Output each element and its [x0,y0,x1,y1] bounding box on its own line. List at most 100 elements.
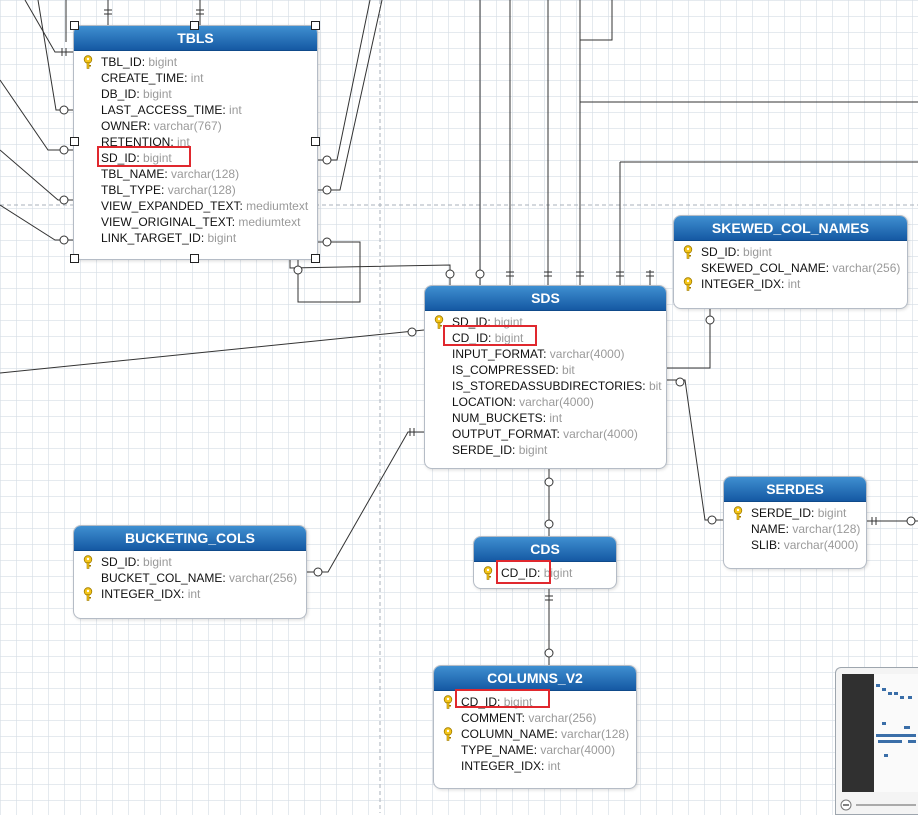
field-row[interactable]: NAME: varchar(128) [724,521,866,537]
field-row[interactable]: INTEGER_IDX: int [434,758,636,774]
field-row[interactable]: INPUT_FORMAT: varchar(4000) [425,346,666,362]
entity-columns-v2[interactable]: COLUMNS_V2 CD_ID: bigint COMMENT: varchar… [433,665,637,789]
field-row[interactable]: LAST_ACCESS_TIME: int [74,102,317,118]
field-type: bigint [494,331,524,345]
field-row[interactable]: SLIB: varchar(4000) [724,537,866,553]
entity-tbls[interactable]: TBLS TBL_ID: bigint CREATE_TIME: int DB_ID… [73,25,318,260]
field-type: bigint [743,245,772,259]
key-icon [683,245,693,259]
entity-title: SDS [425,286,666,311]
field-name: TYPE_NAME [461,743,534,757]
field-name: COLUMN_NAME [461,727,555,741]
field-row[interactable]: NUM_BUCKETS: int [425,410,666,426]
field-row[interactable]: SD_ID: bigint [74,150,317,166]
field-row[interactable]: SD_ID: bigint [674,244,907,260]
field-separator: : [184,71,191,85]
field-row[interactable]: LOCATION: varchar(4000) [425,394,666,410]
field-name: CD_ID [452,331,489,345]
field-row[interactable]: VIEW_EXPANDED_TEXT: mediumtext [74,198,317,214]
field-row[interactable]: RETENTION: int [74,134,317,150]
field-separator: : [543,347,550,361]
field-name: COMMENT [461,711,522,725]
field-type: varchar(4000) [540,743,616,757]
field-row[interactable]: INTEGER_IDX: int [74,586,306,602]
field-row[interactable]: OWNER: varchar(767) [74,118,317,134]
field-type: int [177,135,190,149]
entity-cds[interactable]: CDS CD_ID: bigint [473,536,617,589]
field-row[interactable]: VIEW_ORIGINAL_TEXT: mediumtext [74,214,317,230]
field-name: INPUT_FORMAT [452,347,544,361]
resize-handle[interactable] [311,137,320,146]
field-name: CREATE_TIME [101,71,185,85]
field-separator: : [512,443,519,457]
diagram-canvas[interactable]: TBLS TBL_ID: bigint CREATE_TIME: int DB_ID… [0,0,918,815]
field-name: VIEW_ORIGINAL_TEXT [101,215,232,229]
field-type: bigint [143,151,172,165]
field-type: varchar(128) [167,183,236,197]
entity-fields: CD_ID: bigint COMMENT: varchar(256) COLUMN… [434,691,636,778]
field-row[interactable]: CD_ID: bigint [434,694,636,710]
field-row[interactable]: INTEGER_IDX: int [674,276,907,292]
field-row[interactable]: CD_ID: bigint [474,565,616,581]
field-type: bigint [143,555,172,569]
field-row[interactable]: TBL_ID: bigint [74,54,317,70]
field-name: CD_ID [461,695,498,709]
entity-bucketing-cols[interactable]: BUCKETING_COLS SD_ID: bigint BUCKET_COL_N… [73,525,307,619]
field-type: bigint [207,231,237,245]
resize-handle[interactable] [70,21,79,30]
field-row[interactable]: TYPE_NAME: varchar(4000) [434,742,636,758]
field-row[interactable]: IS_COMPRESSED: bit [425,362,666,378]
entity-sds[interactable]: SDS SD_ID: bigint CD_ID: bigint INPUT_FORM… [424,285,667,469]
field-type: mediumtext [238,215,301,229]
resize-handle[interactable] [311,21,320,30]
field-separator: : [147,119,154,133]
entity-serdes[interactable]: SERDES SERDE_ID: bigint NAME: varchar(128… [723,476,867,569]
entity-skewed-col-names[interactable]: SKEWED_COL_NAMES SD_ID: bigint SKEWED_COL… [673,215,908,309]
field-name: INTEGER_IDX [101,587,182,601]
field-row[interactable]: BUCKET_COL_NAME: varchar(256) [74,570,306,586]
key-icon [434,315,444,329]
field-separator: : [537,566,544,580]
field-row[interactable]: SERDE_ID: bigint [425,442,666,458]
resize-handle[interactable] [190,21,199,30]
key-icon [83,587,93,601]
minimap-panel[interactable] [835,667,918,815]
field-name: SLIB [751,538,778,552]
field-row[interactable]: SD_ID: bigint [425,314,666,330]
field-name: NUM_BUCKETS [452,411,543,425]
field-row[interactable]: TBL_NAME: varchar(128) [74,166,317,182]
field-separator: : [487,315,495,329]
field-type: int [187,587,201,601]
field-row[interactable]: COMMENT: varchar(256) [434,710,636,726]
field-row[interactable]: COLUMN_NAME: varchar(128) [434,726,636,742]
field-name: OWNER [101,119,147,133]
field-row[interactable]: TBL_TYPE: varchar(128) [74,182,317,198]
field-type: bigint [494,315,523,329]
field-name: BUCKET_COL_NAME [101,571,223,585]
field-row[interactable]: SERDE_ID: bigint [724,505,866,521]
field-row[interactable]: DB_ID: bigint [74,86,317,102]
field-row[interactable]: LINK_TARGET_ID: bigint [74,230,317,246]
field-type: varchar(128) [171,167,240,181]
field-row[interactable]: SKEWED_COL_NAME: varchar(256) [674,260,907,276]
field-type: varchar(767) [153,119,222,133]
field-separator: : [777,538,784,552]
field-separator: : [642,379,649,393]
entity-title: SKEWED_COL_NAMES [674,216,907,241]
resize-handle[interactable] [311,254,320,263]
minimap-viewport[interactable] [842,674,874,792]
resize-handle[interactable] [70,137,79,146]
field-row[interactable]: CD_ID: bigint [425,330,666,346]
field-row[interactable]: SD_ID: bigint [74,554,306,570]
field-name: NAME [751,522,786,536]
key-icon [83,55,93,69]
field-row[interactable]: IS_STOREDASSUBDIRECTORIES: bit [425,378,666,394]
field-name: IS_COMPRESSED [452,363,556,377]
field-type: int [229,103,242,117]
field-row[interactable]: OUTPUT_FORMAT: varchar(4000) [425,426,666,442]
resize-handle[interactable] [70,254,79,263]
entity-title: COLUMNS_V2 [434,666,636,691]
resize-handle[interactable] [190,254,199,263]
field-row[interactable]: CREATE_TIME: int [74,70,317,86]
field-name: OUTPUT_FORMAT [452,427,557,441]
